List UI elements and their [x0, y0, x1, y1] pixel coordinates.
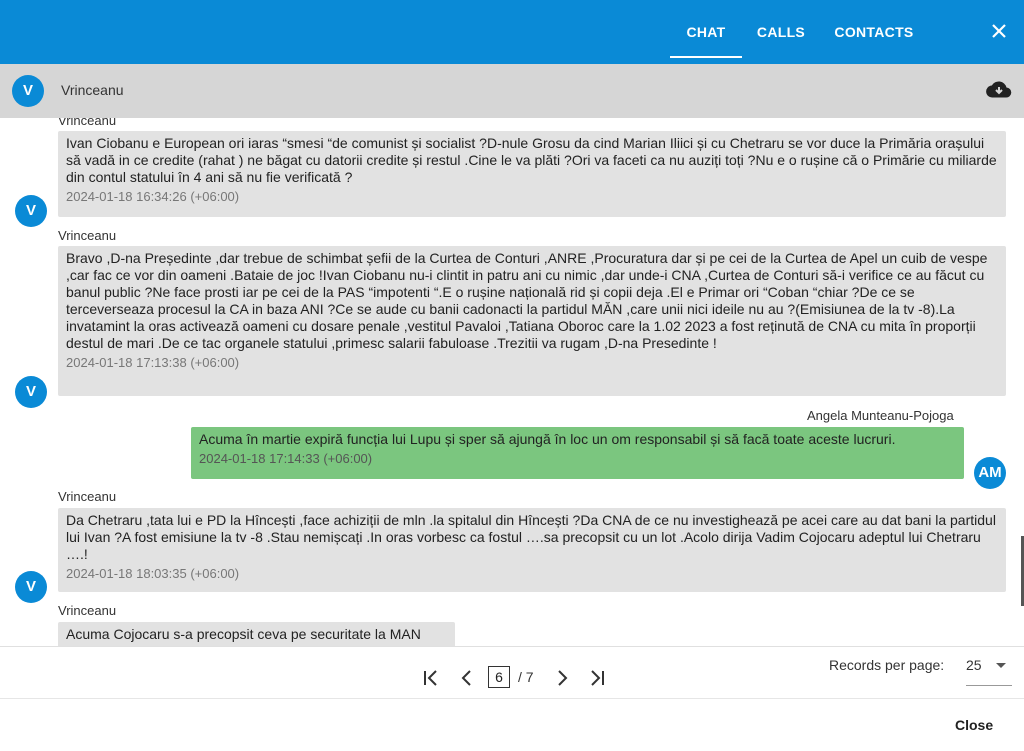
divider [0, 698, 1024, 699]
contact-name: Vrinceanu [61, 82, 124, 98]
previous-page-icon[interactable] [457, 668, 477, 688]
message-text: Ivan Ciobanu e European ori iaras “smesi… [66, 135, 997, 185]
message-bubble: Da Chetraru ,tata lui e PD la Hîncești ,… [58, 508, 1006, 592]
message-timestamp: 2024-01-18 17:13:38 (+06:00) [66, 355, 240, 370]
message-sender: Angela Munteanu-Pojoga [807, 408, 954, 423]
first-page-icon[interactable] [421, 668, 441, 688]
message-text: Da Chetraru ,tata lui e PD la Hîncești ,… [66, 512, 996, 562]
cloud-download-icon[interactable] [986, 79, 1012, 101]
message-sender: Vrinceanu [58, 228, 117, 243]
message-text: Bravo ,D-na Președinte ,dar trebue de sc… [66, 250, 988, 351]
message-bubble: Acuma Cojocaru s-a precopsit ceva pe sec… [58, 622, 455, 646]
tab-chat[interactable]: CHAT [670, 0, 742, 58]
page-total: / 7 [518, 669, 534, 685]
records-per-page-value: 25 [966, 657, 982, 673]
chevron-down-icon [996, 663, 1006, 668]
close-icon[interactable] [986, 18, 1012, 44]
last-page-icon[interactable] [587, 668, 607, 688]
contact-header: V Vrinceanu [0, 64, 1024, 118]
avatar: V [12, 75, 44, 107]
top-bar: CHAT CALLS CONTACTS [0, 0, 1024, 64]
message-timestamp: 2024-01-18 18:03:35 (+06:00) [66, 566, 240, 581]
records-per-page-select[interactable]: 25 [966, 652, 1012, 686]
avatar: V [15, 571, 47, 603]
message-text: Acuma în martie expiră funcția lui Lupu … [199, 431, 896, 447]
tab-contacts[interactable]: CONTACTS [828, 0, 920, 56]
message-sender: Vrinceanu [58, 489, 117, 504]
close-button[interactable]: Close [955, 717, 993, 733]
message-timestamp: 2024-01-18 17:14:33 (+06:00) [199, 451, 373, 466]
tab-calls[interactable]: CALLS [746, 0, 816, 56]
message-text: Acuma Cojocaru s-a precopsit ceva pe sec… [66, 626, 421, 642]
message-sender: Vrinceanu [58, 118, 117, 128]
message-bubble: Bravo ,D-na Președinte ,dar trebue de sc… [58, 246, 1006, 396]
chat-messages[interactable]: Vrinceanu Ivan Ciobanu e European ori ia… [0, 118, 1024, 646]
avatar: V [15, 376, 47, 408]
current-page-input[interactable]: 6 [488, 666, 510, 688]
message-timestamp: 2024-01-18 16:34:26 (+06:00) [66, 189, 240, 204]
message-bubble: Ivan Ciobanu e European ori iaras “smesi… [58, 131, 1006, 217]
message-sender: Vrinceanu [58, 603, 117, 618]
avatar: V [15, 195, 47, 227]
message-bubble-own: Acuma în martie expiră funcția lui Lupu … [191, 427, 964, 479]
avatar: AM [974, 457, 1006, 489]
records-per-page-label: Records per page: [829, 657, 945, 673]
next-page-icon[interactable] [552, 668, 572, 688]
